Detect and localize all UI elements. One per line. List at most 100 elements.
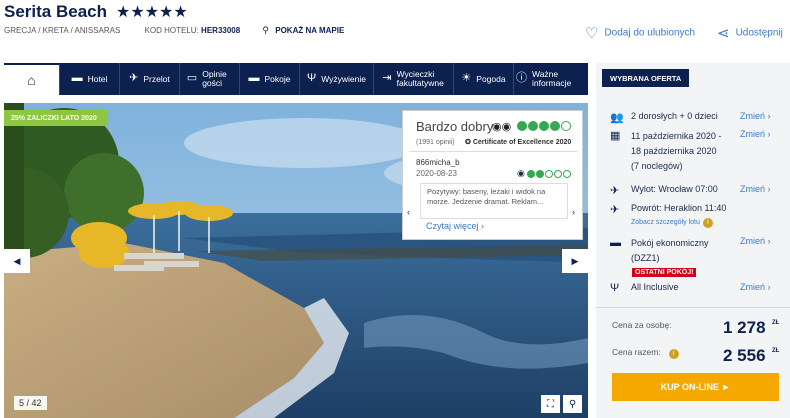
rating-bubble <box>562 169 571 178</box>
rating-bubble <box>539 121 549 131</box>
photo-map-button[interactable]: ⚲ <box>563 395 582 413</box>
rating-bubbles <box>517 121 571 131</box>
show-on-map-link[interactable]: POKAŻ NA MAPIE <box>275 26 344 35</box>
price-per-person-label: Cena za osobę: <box>612 320 672 330</box>
rating-bubble <box>553 169 562 178</box>
map-pin-icon: ⚲ <box>568 398 577 410</box>
hotel-code-label: KOD HOTELU: <box>144 26 199 35</box>
last-room-badge: OSTATNI POKÓJ! <box>632 268 697 277</box>
map-pin-icon: ⚲ <box>262 25 270 35</box>
cutlery-icon: Ψ <box>307 72 317 85</box>
people-icon: 👥 <box>610 112 624 124</box>
nav-important-info[interactable]: ⓘ Ważne informacje <box>514 63 571 95</box>
fullscreen-button[interactable]: ⛶ <box>541 395 560 413</box>
award-icon: ✪ <box>465 139 471 146</box>
cutlery-icon: Ψ <box>610 282 620 294</box>
share-button[interactable]: ⋖ Udostępnij <box>717 24 783 42</box>
nav-board[interactable]: Ψ Wyżywienie <box>300 63 374 95</box>
calendar-icon: ▦ <box>610 130 621 142</box>
nav-weather[interactable]: ☀ Pogoda <box>454 63 514 95</box>
promo-badge: 25% ZALICZKI LATO 2020 <box>4 110 108 126</box>
bed-icon: ▬ <box>610 237 621 249</box>
reviewer-bubbles <box>526 169 571 178</box>
share-icon: ⋖ <box>717 25 730 42</box>
rating-bubble <box>535 169 544 178</box>
rating-bubble <box>517 121 527 131</box>
nav-home[interactable]: ⌂ <box>4 63 60 95</box>
tripadvisor-review-card: Bardzo dobry ◉◉ (1991 opinii) ✪ Certific… <box>402 110 583 240</box>
divider <box>409 151 577 152</box>
location-breadcrumb: GRECJA / KRETA / ANISSARAS <box>4 26 121 35</box>
rating-bubble <box>528 121 538 131</box>
review-text: Pozytywy: baseny, leżaki i widok na morz… <box>420 183 568 219</box>
review-prev-button[interactable]: ‹ <box>407 207 410 217</box>
price-divider <box>596 307 790 308</box>
plane-icon: ✈ <box>129 72 139 85</box>
arrow-right-icon: ▶ <box>571 255 579 266</box>
info-icon: i <box>702 218 713 228</box>
gallery-next-button[interactable]: ▶ <box>562 249 588 273</box>
price-total: 2 556 <box>723 346 766 365</box>
certificate-of-excellence: ✪ Certificate of Excellence 2020 <box>465 139 572 146</box>
speech-icon: ▭ <box>186 72 198 85</box>
chevron-right-icon: › <box>481 221 485 231</box>
gallery-prev-button[interactable]: ◀ <box>4 249 30 273</box>
bed-icon: ▬ <box>71 72 83 85</box>
room-code: (DZZ1) <box>631 253 660 263</box>
price-total-label: Cena razem: i <box>612 347 679 359</box>
hotel-meta: GRECJA / KRETA / ANISSARAS KOD HOTELU: H… <box>4 25 344 36</box>
board-value: All Inclusive <box>631 282 679 292</box>
signpost-icon: ⇥ <box>382 72 392 85</box>
return-value: Powrót: Heraklion 11:40 <box>631 203 727 213</box>
fullscreen-icon: ⛶ <box>547 398 554 410</box>
share-label: Udostępnij <box>735 27 783 39</box>
nav-excursions[interactable]: ⇥ Wycieczki fakultatywne <box>374 63 454 95</box>
change-guests-link[interactable]: Zmień › <box>740 111 771 121</box>
nav-flight[interactable]: ✈ Przelot <box>120 63 180 95</box>
change-dates-link[interactable]: Zmień › <box>740 129 771 139</box>
info-icon: ⓘ <box>516 72 527 85</box>
nav-reviews[interactable]: ▭ Opinie gości <box>180 63 240 95</box>
rating-bubble <box>526 169 535 178</box>
sun-icon: ☀ <box>461 72 472 85</box>
change-flight-link[interactable]: Zmień › <box>740 184 771 194</box>
rating-bubble <box>544 169 553 178</box>
reviewer-rating: ◉ <box>517 168 571 179</box>
home-icon: ⌂ <box>27 71 36 88</box>
hotel-nav-bar: ⌂ ▬ Hotel ✈ Przelot ▭ Opinie gości ▬ Pokoje … <box>4 63 588 95</box>
flight-details-link[interactable]: Zobacz szczegóły lotu i <box>631 218 713 228</box>
star-rating: ★★★★★ <box>116 4 188 21</box>
rating-bubble <box>550 121 560 131</box>
nav-hotel[interactable]: ▬ Hotel <box>60 63 120 95</box>
guests-value: 2 dorosłych + 0 dzieci <box>631 111 718 121</box>
arrow-left-icon: ◀ <box>13 255 21 266</box>
buy-online-button[interactable]: KUP ON-LINE ► <box>612 373 779 401</box>
currency: ZŁ <box>772 348 780 354</box>
read-more-link[interactable]: Czytaj więcej › <box>426 221 484 231</box>
plane-landing-icon: ✈ <box>610 204 620 216</box>
room-name: Pokój ekonomiczny <box>631 238 709 248</box>
hotel-title: Serita Beach <box>4 2 107 21</box>
nights-count: (7 noclegów) <box>631 161 683 171</box>
change-room-link[interactable]: Zmień › <box>740 236 771 246</box>
heart-icon: ♡ <box>585 25 599 42</box>
hotel-header: Serita Beach ★★★★★ GRECJA / KRETA / ANIS… <box>0 0 790 56</box>
info-icon: i <box>668 349 679 359</box>
offer-heading: WYBRANA OFERTA <box>602 69 690 87</box>
tripadvisor-owl-icon: ◉ <box>517 168 525 178</box>
reviewer-name: 866micha_b <box>416 158 460 167</box>
departure-value: Wylot: Wrocław 07:00 <box>631 184 718 194</box>
gallery-counter: 5 / 42 <box>14 396 47 410</box>
change-board-link[interactable]: Zmień › <box>740 282 771 292</box>
plane-takeoff-icon: ✈ <box>610 185 620 197</box>
date-line-2: 18 października 2020 <box>631 146 717 156</box>
favorite-label: Dodaj do ulubionych <box>604 27 696 39</box>
review-next-button[interactable]: › <box>572 207 575 217</box>
date-line-1: 11 października 2020 - <box>631 131 722 141</box>
nav-rooms[interactable]: ▬ Pokoje <box>240 63 300 95</box>
favorite-button[interactable]: ♡ Dodaj do ulubionych <box>585 24 695 42</box>
rating-text: Bardzo dobry <box>416 119 494 134</box>
rating-bubble <box>561 121 571 131</box>
review-count: (1991 opinii) <box>416 139 455 146</box>
price-per-person: 1 278 <box>723 318 766 337</box>
